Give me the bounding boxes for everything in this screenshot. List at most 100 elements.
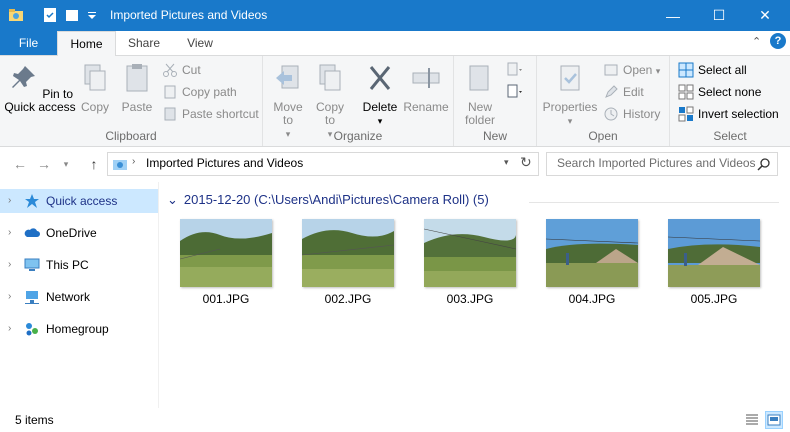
expand-chevron-icon[interactable]: › [8,227,11,238]
refresh-icon[interactable]: ↻ [520,154,532,171]
tab-view[interactable]: View [174,31,226,55]
file-name: 001.JPG [202,292,250,306]
new-folder-icon [469,65,489,91]
ribbon: Pin to Quick access Copy Paste Cut Copy … [0,56,790,147]
easy-access-icon[interactable] [506,84,524,100]
window-title: Imported Pictures and Videos [110,8,268,22]
file-name: 002.JPG [324,292,372,306]
collapse-chevron-icon[interactable]: ⌄ [167,192,178,207]
help-icon[interactable]: ? [770,33,786,49]
title-bar: Imported Pictures and Videos — ☐ ✕ [0,0,790,31]
copy-path-icon [164,85,176,99]
details-view-icon[interactable] [744,412,760,428]
pin-icon [11,66,35,88]
copy-path-button[interactable]: Copy path [162,82,237,102]
properties-button[interactable]: Properties ▾ [541,62,599,128]
rename-icon [412,68,440,88]
file-name: 004.JPG [568,292,616,306]
file-thumbnail[interactable] [302,219,394,287]
photo-thumbnail-image [302,219,394,287]
new-item-icon[interactable] [506,62,524,78]
new-folder-button[interactable]: New folder [458,62,502,127]
address-path[interactable]: Imported Pictures and Videos [146,156,303,170]
clipboard-group: Pin to Quick access Copy Paste Cut Copy … [0,56,263,146]
select-all-button[interactable]: Select all [678,60,747,80]
up-arrow-icon[interactable]: ↑ [84,154,104,174]
folder-location-icon [113,160,127,170]
pin-to-quick-access-button[interactable]: Pin to Quick access [4,62,76,114]
minimize-ribbon-icon[interactable]: ⌃ [752,35,761,48]
close-button[interactable]: ✕ [742,0,788,31]
select-all-icon [678,62,694,78]
edit-icon [605,85,618,98]
file-name: 003.JPG [446,292,494,306]
monitor-icon [24,258,40,271]
edit-button[interactable]: Edit [603,82,644,102]
expand-chevron-icon[interactable]: › [8,323,11,334]
file-thumbnail[interactable] [546,219,638,287]
folder-app-icon[interactable] [8,7,24,23]
navigation-pane: › Quick access › OneDrive › This PC › Ne… [0,182,159,408]
file-list: ⌄ 2015-12-20 (C:\Users\Andi\Pictures\Came… [159,182,790,408]
search-box[interactable]: Search Imported Pictures and Videos [546,152,778,176]
status-bar: 5 items [0,408,790,432]
minimize-button[interactable]: — [650,0,696,31]
invert-selection-icon [678,106,694,122]
network-icon [25,291,39,304]
address-dropdown-icon[interactable]: ▾ [504,157,509,168]
nav-homegroup[interactable]: › Homegroup [0,317,158,341]
forward-arrow-icon[interactable]: → [34,154,54,174]
new-folder-quick-icon[interactable] [64,7,80,23]
file-thumbnail[interactable] [424,219,516,287]
photo-thumbnail-image [424,219,516,287]
copy-button[interactable]: Copy [76,62,114,114]
open-group: Properties ▾ Open ▾ Edit History Open [537,56,670,146]
breadcrumb-chevron-icon[interactable]: › [132,156,135,167]
rename-button[interactable]: Rename [403,62,449,114]
nav-network[interactable]: › Network [0,285,158,309]
select-none-button[interactable]: Select none [678,82,761,102]
recent-locations-icon[interactable]: ▾ [56,154,76,174]
new-group-label: New [482,129,507,143]
nav-onedrive[interactable]: › OneDrive [0,221,158,245]
properties-icon [560,65,580,91]
group-header[interactable]: ⌄ 2015-12-20 (C:\Users\Andi\Pictures\Came… [167,192,489,208]
search-icon[interactable] [757,157,771,171]
tab-home[interactable]: Home [57,31,116,57]
photo-thumbnail-image [546,219,638,287]
delete-button[interactable]: Delete ▾ [359,62,401,128]
cloud-icon [24,228,40,237]
expand-chevron-icon[interactable]: › [8,291,11,302]
file-name: 005.JPG [690,292,738,306]
open-icon [604,64,618,76]
back-arrow-icon[interactable]: ← [10,154,30,174]
select-none-icon [678,84,694,100]
photo-thumbnail-image [668,219,760,287]
clipboard-group-label: Clipboard [105,129,157,143]
tab-share[interactable]: Share [118,31,170,55]
nav-this-pc[interactable]: › This PC [0,253,158,277]
customize-quick-access-icon[interactable] [84,7,100,23]
group-divider [529,202,779,203]
open-button[interactable]: Open ▾ [603,60,660,80]
nav-quick-access[interactable]: › Quick access [0,189,158,213]
address-bar[interactable]: › Imported Pictures and Videos ▾ ↻ [107,152,539,176]
paste-button[interactable]: Paste [117,62,157,114]
invert-selection-button[interactable]: Invert selection [678,104,779,124]
file-thumbnail[interactable] [180,219,272,287]
large-icons-view-icon[interactable] [765,411,783,429]
open-group-label: Open [588,129,618,143]
tab-file[interactable]: File [0,31,57,55]
paste-icon [126,64,148,92]
maximize-button[interactable]: ☐ [696,0,742,31]
paste-shortcut-icon [164,107,176,121]
paste-shortcut-button[interactable]: Paste shortcut [162,104,259,124]
search-placeholder: Search Imported Pictures and Videos [557,156,756,170]
cut-button[interactable]: Cut [162,60,201,80]
expand-chevron-icon[interactable]: › [8,259,11,270]
organize-group-label: Organize [333,129,383,143]
expand-chevron-icon[interactable]: › [8,195,11,206]
properties-quick-icon[interactable] [42,7,58,23]
history-button[interactable]: History [603,104,660,124]
file-thumbnail[interactable] [668,219,760,287]
